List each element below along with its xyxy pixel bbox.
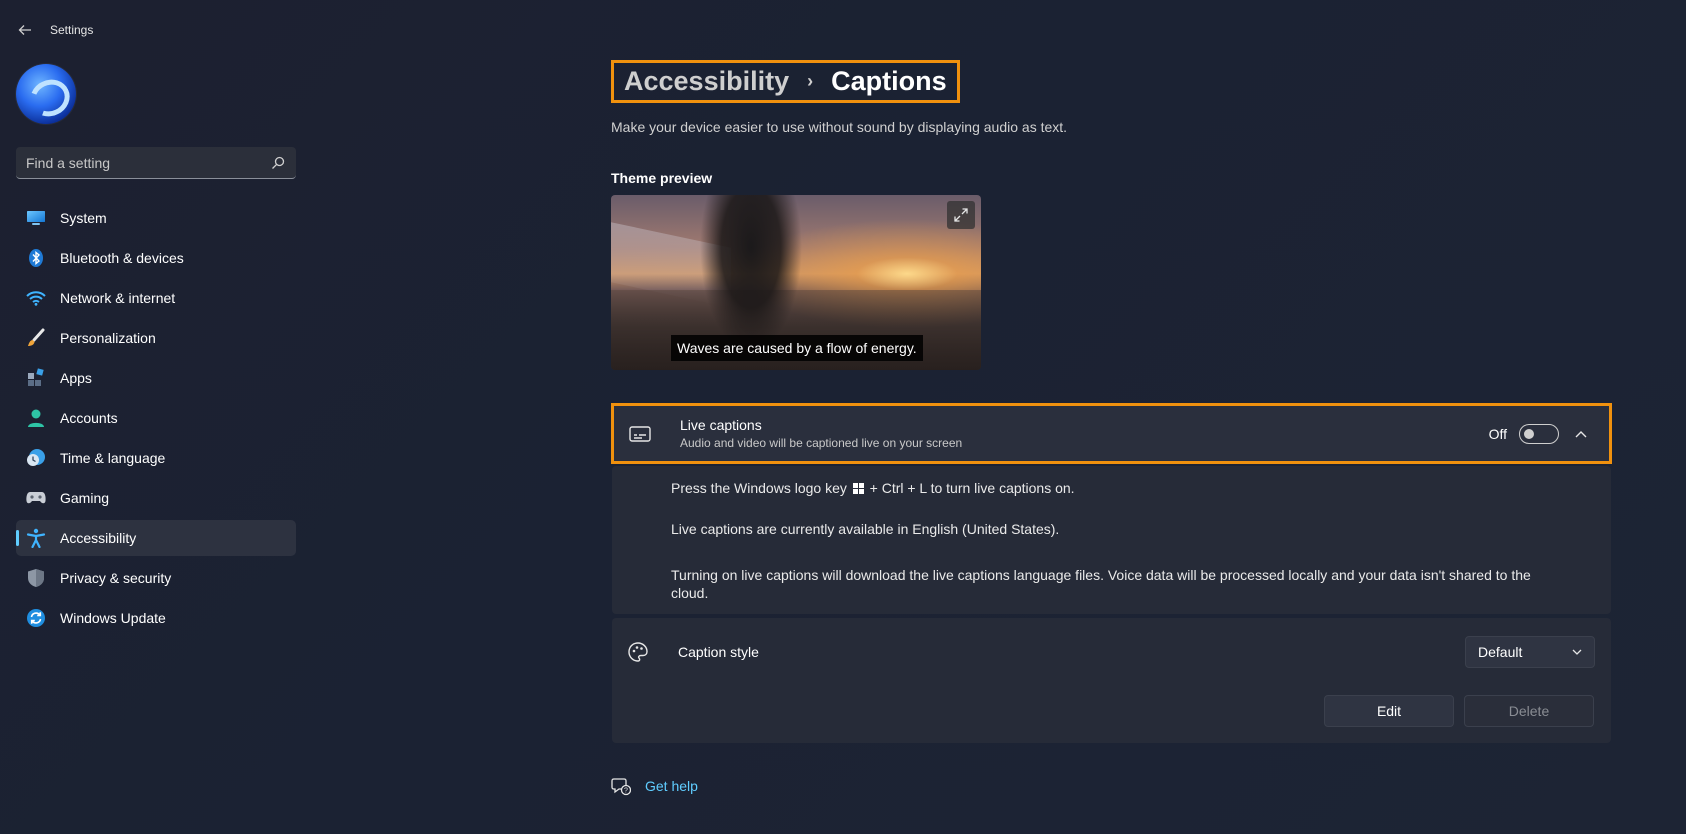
palette-icon [626,640,650,664]
svg-text:?: ? [624,788,628,795]
bluetooth-icon [26,248,46,268]
chevron-right-icon: › [807,71,814,91]
person-icon [26,408,46,428]
caption-style-row: Caption style Default [612,618,1611,686]
caption-style-dropdown[interactable]: Default [1465,636,1595,668]
dropdown-selected-value: Default [1478,644,1523,660]
brush-icon [26,328,46,348]
gamepad-icon [26,488,46,508]
sidebar-item-system[interactable]: System [16,200,296,236]
apps-icon [26,368,46,388]
help-chat-icon: ? [611,778,631,796]
get-help-label[interactable]: Get help [645,778,698,794]
sidebar-item-label: Network & internet [60,290,176,306]
live-captions-subtitle: Audio and video will be captioned live o… [680,436,963,450]
live-captions-toggle[interactable] [1519,423,1559,444]
app-title: Settings [50,23,94,37]
search-icon[interactable] [270,155,286,171]
sidebar-item-privacy[interactable]: Privacy & security [16,560,296,596]
shortcut-info: Press the Windows logo key + Ctrl + L to… [671,479,1541,497]
breadcrumb: Accessibility › Captions [611,60,960,103]
sidebar-item-personalization[interactable]: Personalization [16,320,296,356]
accessibility-icon [26,528,46,548]
sidebar-item-windows-update[interactable]: Windows Update [16,600,296,636]
sidebar-item-bluetooth[interactable]: Bluetooth & devices [16,240,296,276]
avatar[interactable] [16,64,76,124]
live-captions-title: Live captions [680,417,762,433]
sidebar-item-label: Accessibility [60,530,137,546]
sidebar-item-accounts[interactable]: Accounts [16,400,296,436]
windows-logo-icon [852,483,864,494]
clock-globe-icon [26,448,46,468]
sidebar-item-accessibility[interactable]: Accessibility [16,520,296,556]
shield-icon [26,568,46,588]
theme-preview-image: Waves are caused by a flow of energy. [611,195,981,370]
sidebar-item-label: Accounts [60,410,118,426]
language-info: Live captions are currently available in… [671,521,1060,537]
expand-preview-button[interactable] [947,201,975,229]
sidebar-item-label: Gaming [60,490,110,506]
page-description: Make your device easier to use without s… [611,119,1068,135]
page-title: Captions [831,66,947,96]
monitor-icon [26,208,46,228]
sidebar-item-label: System [60,210,107,226]
sidebar-item-label: Windows Update [60,610,166,626]
live-captions-header[interactable]: Live captions Audio and video will be ca… [611,403,1612,464]
chevron-up-icon [1575,430,1587,437]
delete-button[interactable]: Delete [1464,695,1594,727]
wifi-icon [26,288,46,308]
sidebar-item-label: Apps [60,370,92,386]
back-arrow-icon [18,25,31,35]
sidebar-item-network[interactable]: Network & internet [16,280,296,316]
sidebar-item-time-language[interactable]: Time & language [16,440,296,476]
title-bar: Settings [0,0,400,60]
toggle-state-label: Off [1488,425,1507,442]
download-info: Turning on live captions will download t… [671,567,1531,601]
sidebar-item-gaming[interactable]: Gaming [16,480,296,516]
live-captions-text: Live captions Audio and video will be ca… [680,417,1489,450]
breadcrumb-parent-link[interactable]: Accessibility [624,66,789,97]
captions-icon [628,422,652,446]
shortcut-info-before: Press the Windows logo key [671,480,847,496]
expand-icon [954,208,968,222]
sidebar-item-label: Privacy & security [60,570,172,586]
shortcut-info-after: + Ctrl + L to turn live captions on. [869,480,1075,496]
refresh-icon [26,608,46,628]
edit-button[interactable]: Edit [1324,695,1454,727]
caption-style-card: Caption style Default Edit Delete [612,618,1611,743]
chevron-down-icon [1572,649,1582,655]
back-button[interactable] [14,19,36,41]
sidebar-item-apps[interactable]: Apps [16,360,296,396]
live-captions-details: Press the Windows logo key + Ctrl + L to… [612,466,1611,614]
theme-preview-heading: Theme preview [611,170,713,186]
collapse-button[interactable] [1569,422,1593,446]
sidebar-item-label: Personalization [60,330,156,346]
search-input[interactable] [26,154,270,171]
live-captions-toggle-group: Off [1489,422,1593,446]
sidebar-item-label: Bluetooth & devices [60,250,184,266]
search-box[interactable] [16,147,296,179]
preview-caption-text: Waves are caused by a flow of energy. [671,335,923,361]
sidebar-nav: System Bluetooth & devices Network & int… [16,200,296,640]
get-help-link[interactable]: ? Get help [611,776,698,796]
caption-style-title: Caption style [678,644,759,660]
sidebar-item-label: Time & language [60,450,166,466]
